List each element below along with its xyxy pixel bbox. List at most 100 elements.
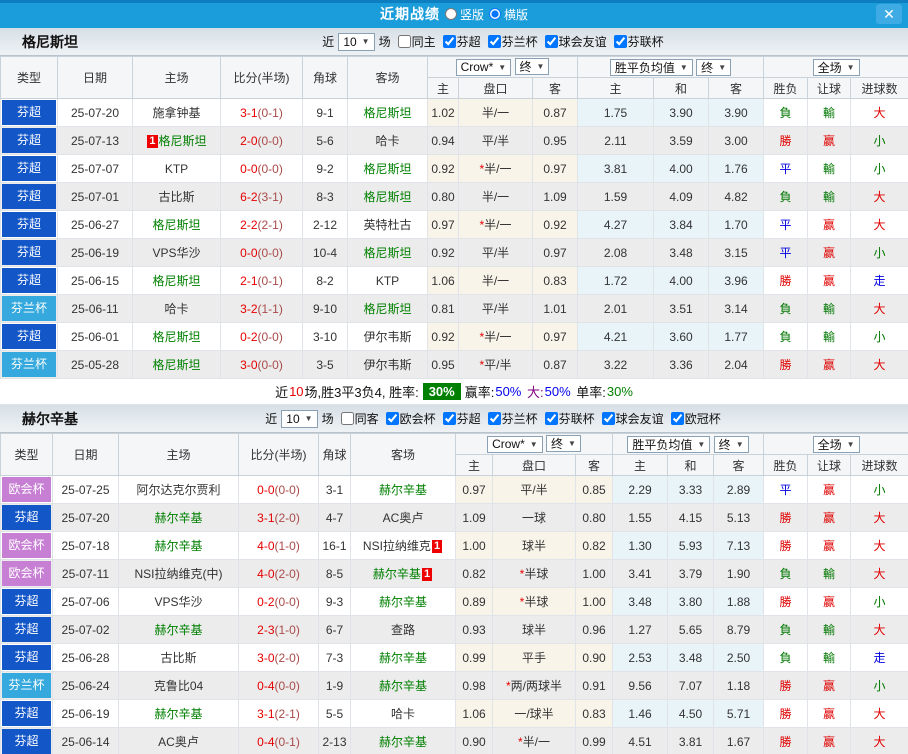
col-home: 主场 xyxy=(132,56,221,99)
league-filter[interactable]: 球会友谊 xyxy=(598,410,664,427)
avg-home: 1.30 xyxy=(612,531,668,560)
scope-select[interactable]: 全场 ▼ xyxy=(812,58,860,76)
avg-home: 4.27 xyxy=(577,210,654,239)
result-wdl: 平 xyxy=(763,238,809,267)
league-filter[interactable]: 球会友谊 xyxy=(541,33,607,50)
league-checkbox[interactable] xyxy=(613,34,627,48)
corners: 5-5 xyxy=(318,699,351,728)
handicap: *半/一 xyxy=(458,210,533,239)
avg-draw: 3.80 xyxy=(667,587,714,616)
bookmaker-select[interactable]: Crow* ▼ xyxy=(455,58,512,76)
avg-select[interactable]: 胜平负均值 ▼ xyxy=(609,58,693,76)
odds-away: 0.90 xyxy=(575,643,613,672)
match-date: 25-07-06 xyxy=(52,587,119,616)
col-corner: 角球 xyxy=(302,56,348,99)
avg-select[interactable]: 胜平负均值 ▼ xyxy=(627,435,711,453)
handicap: *平/半 xyxy=(458,350,533,379)
league-filter[interactable]: 欧冠杯 xyxy=(667,410,721,427)
result-goals: 大 xyxy=(850,294,908,323)
results-table-gnistan: 类型 日期 主场 比分(半场) 角球 客场 Crow* ▼ 终 ▼ 胜平负均值 ▼ 终… xyxy=(0,56,908,379)
league-filter[interactable]: 芬兰杯 xyxy=(484,410,538,427)
league-type: 芬超 xyxy=(0,503,53,532)
odds-home: 0.99 xyxy=(455,643,493,672)
avg-home: 4.21 xyxy=(577,322,654,351)
avg-draw: 3.51 xyxy=(653,294,709,323)
away-team: 哈卡 xyxy=(347,126,428,155)
result-handicap: 赢 xyxy=(807,671,852,700)
same-venue-filter[interactable]: 同客 xyxy=(337,410,379,427)
league-checkbox[interactable] xyxy=(544,34,558,48)
same-venue-checkbox[interactable] xyxy=(340,412,354,425)
corners: 8-3 xyxy=(302,182,348,211)
near-count-select[interactable]: 10 ▼ xyxy=(338,32,375,51)
league-filter[interactable]: 芬超 xyxy=(439,410,481,427)
league-checkbox[interactable] xyxy=(487,34,501,48)
close-icon[interactable]: ✕ xyxy=(876,4,902,24)
bookmaker-select[interactable]: Crow* ▼ xyxy=(487,435,543,453)
layout-radio-horizontal[interactable]: 横版 xyxy=(489,6,528,23)
near-count-select[interactable]: 10 ▼ xyxy=(281,409,318,428)
score: 2-1(0-1) xyxy=(220,266,303,295)
home-team: 赫尔辛基 xyxy=(118,699,239,728)
scope-select[interactable]: 全场 ▼ xyxy=(812,435,860,453)
league-filter[interactable]: 芬联杯 xyxy=(541,410,595,427)
win-rate-badge: 30% xyxy=(422,383,461,400)
odds-time-value: 终 xyxy=(551,437,564,452)
sub-result: 胜负 xyxy=(763,77,809,99)
league-checkbox[interactable] xyxy=(670,411,684,425)
result-goals: 大 xyxy=(850,559,908,588)
handicap: 平/半 xyxy=(458,294,533,323)
summary-part: 近 xyxy=(275,385,289,400)
league-checkbox[interactable] xyxy=(442,34,456,48)
layout-radio-vertical[interactable]: 竖版 xyxy=(444,6,484,23)
away-team: 赫尔辛基 1 xyxy=(350,559,456,588)
match-row: 芬兰杯 25-05-28 格尼斯坦 3-0(0-0) 3-5 伊尔韦斯 0.95 *平/半 0.… xyxy=(0,350,908,379)
odds-time-select[interactable]: 终 ▼ xyxy=(546,435,581,453)
home-team: 阿尔达克尔贾利 xyxy=(118,475,239,504)
league-checkbox[interactable] xyxy=(385,411,399,425)
result-handicap: 輸 xyxy=(807,559,852,588)
league-checkbox[interactable] xyxy=(487,411,501,425)
odds-home: 0.89 xyxy=(455,587,493,616)
league-filter[interactable]: 芬兰杯 xyxy=(484,33,538,50)
match-row: 芬超 25-06-15 格尼斯坦 2-1(0-1) 8-2 KTP 1.06 半/一 0.83 1… xyxy=(0,266,908,295)
match-row: 芬超 25-06-14 AC奥卢 0-4(0-1) 2-13 赫尔辛基 0.90 *半/一 0.… xyxy=(0,727,908,754)
vertical-radio[interactable] xyxy=(444,8,457,20)
avg-draw: 3.33 xyxy=(667,475,714,504)
handicap: 一/球半 xyxy=(492,699,576,728)
same-venue-filter[interactable]: 同主 xyxy=(394,33,436,50)
league-filter-label: 芬联杯 xyxy=(627,34,664,49)
handicap: 半/一 xyxy=(458,98,533,127)
corners: 6-7 xyxy=(318,615,351,644)
col-home: 主场 xyxy=(118,433,239,476)
corners: 2-13 xyxy=(318,727,351,754)
chevron-down-icon: ▼ xyxy=(361,37,370,46)
avg-draw: 3.36 xyxy=(653,350,709,379)
avg-time-select[interactable]: 终 ▼ xyxy=(713,435,749,453)
horizontal-radio[interactable] xyxy=(489,8,501,20)
home-team: AC奥卢 xyxy=(118,727,239,754)
score: 2-2(2-1) xyxy=(220,210,303,239)
league-checkbox[interactable] xyxy=(442,411,456,425)
corners: 9-1 xyxy=(302,98,348,127)
league-filter-label: 欧会杯 xyxy=(399,411,436,426)
league-filter[interactable]: 芬超 xyxy=(439,33,481,50)
avg-time-select[interactable]: 终 ▼ xyxy=(696,58,732,76)
col-corner: 角球 xyxy=(318,433,351,476)
avg-away: 1.77 xyxy=(707,322,765,351)
sub-odds-away: 客 xyxy=(575,454,613,476)
league-filter[interactable]: 芬联杯 xyxy=(610,33,664,50)
result-handicap: 赢 xyxy=(807,266,852,295)
home-team: 施拿钟基 xyxy=(132,98,221,127)
result-wdl: 勝 xyxy=(763,699,809,728)
page-title: 近期战绩 xyxy=(379,6,440,22)
home-team: 格尼斯坦 xyxy=(132,266,221,295)
league-filter[interactable]: 欧会杯 xyxy=(382,410,436,427)
league-checkbox[interactable] xyxy=(601,411,615,425)
odds-time-select[interactable]: 终 ▼ xyxy=(514,58,550,76)
same-venue-checkbox[interactable] xyxy=(397,35,411,48)
result-wdl: 平 xyxy=(763,210,809,239)
avg-draw: 3.48 xyxy=(667,643,714,672)
summary-part: 大: xyxy=(527,385,544,400)
league-checkbox[interactable] xyxy=(544,411,558,425)
